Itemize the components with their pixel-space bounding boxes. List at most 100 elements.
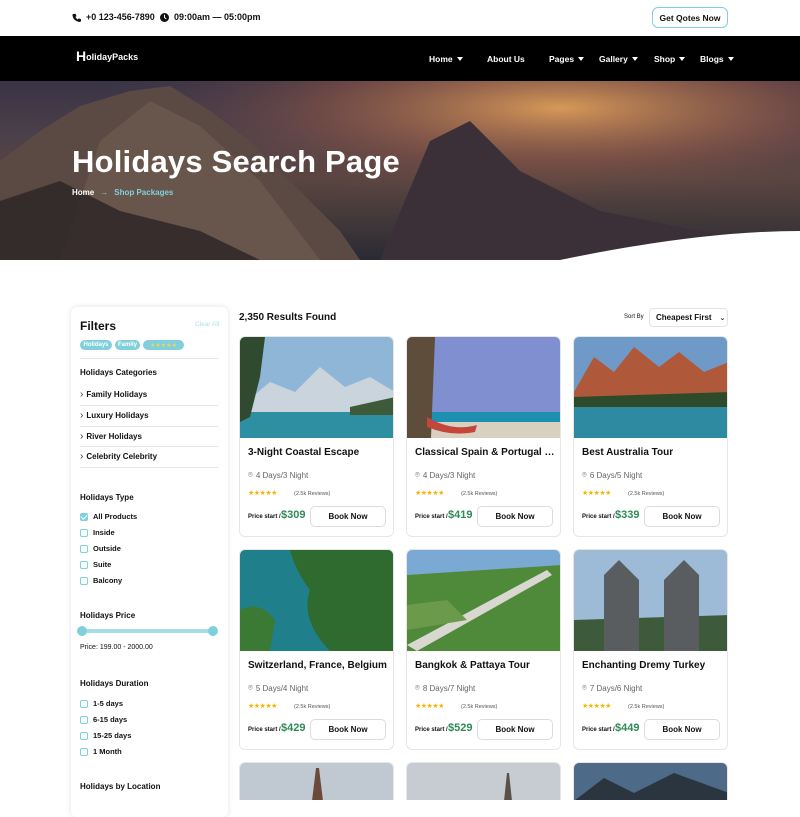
filter-tag-family[interactable]: Family (115, 340, 140, 350)
breadcrumb-home[interactable]: Home (72, 188, 94, 197)
checkbox[interactable] (80, 576, 88, 585)
category-river[interactable]: › River Holidays (80, 431, 142, 441)
book-now-button[interactable]: Book Now (644, 506, 720, 527)
nav-item-blogs[interactable]: Blogs (700, 54, 734, 64)
type-all-products[interactable]: All Products (80, 512, 137, 521)
price-slider-min-handle[interactable] (77, 626, 87, 636)
rating-stars: ★★★★★ (415, 703, 444, 710)
nav-item-home[interactable]: Home (429, 54, 463, 64)
checkbox-label: 1 Month (93, 747, 122, 756)
package-card[interactable]: Enchanting Dremy Turkey ⌾ 7 Days/6 Night … (573, 549, 728, 750)
package-card[interactable]: Bangkok & Pattaya Tour ⌾ 8 Days/7 Night ★… (406, 549, 561, 750)
price-range-text: Price: 199.00 - 2000.00 (80, 644, 153, 651)
nav-item-pages[interactable]: Pages (549, 54, 585, 64)
chevron-down-icon: ⌄ (719, 314, 726, 322)
category-label: Celebrity Celebrity (86, 452, 158, 461)
duration-1-month[interactable]: 1 Month (80, 747, 122, 756)
book-now-button[interactable]: Book Now (644, 719, 720, 740)
sort-select[interactable]: Cheapest First ⌄ (649, 308, 728, 327)
duration-15-25[interactable]: 15-25 days (80, 731, 131, 740)
arrow-right-icon: → (100, 188, 109, 197)
opening-hours: 09:00am — 05:00pm (174, 12, 261, 22)
category-family[interactable]: › Family Holidays (80, 389, 147, 399)
location-pin-icon: ⌾ (415, 683, 420, 692)
price-label: Price start / (415, 727, 448, 733)
review-count: (2.5k Reviews) (461, 491, 498, 497)
package-image-beach (407, 337, 560, 438)
checkbox[interactable] (80, 544, 88, 553)
package-card-partial[interactable] (239, 762, 394, 800)
package-price: $429 (281, 722, 306, 734)
clear-all-link[interactable]: Clear All (195, 321, 219, 328)
sort-label: Sort By (624, 314, 644, 320)
type-outside[interactable]: Outside (80, 544, 121, 553)
price-heading: Holidays Price (80, 611, 136, 620)
category-luxury[interactable]: › Luxury Holidays (80, 410, 149, 420)
package-title[interactable]: Bangkok & Pattaya Tour (415, 660, 555, 671)
filter-tag-holidays[interactable]: Holidays (80, 340, 112, 350)
package-card[interactable]: Switzerland, France, Belgium ⌾ 5 Days/4 N… (239, 549, 394, 750)
package-image-bridge (407, 550, 560, 651)
duration-6-15[interactable]: 6-15 days (80, 715, 127, 724)
location-heading: Holidays by Location (80, 782, 161, 791)
logo[interactable]: H olidayPacks (76, 48, 138, 64)
duration-1-5[interactable]: 1-5 days (80, 699, 123, 708)
duration-text: 5 Days/4 Night (255, 683, 309, 693)
nav-label: Gallery (599, 54, 628, 64)
package-title[interactable]: Classical Spain & Portugal Tour (415, 447, 555, 458)
checkbox[interactable] (80, 699, 88, 708)
nav-label: Home (429, 54, 453, 64)
price-slider-max-handle[interactable] (208, 626, 218, 636)
package-card-partial[interactable] (406, 762, 561, 800)
package-title[interactable]: Switzerland, France, Belgium (248, 660, 388, 671)
package-title[interactable]: Enchanting Dremy Turkey (582, 660, 722, 671)
package-card[interactable]: 3-Night Coastal Escape ⌾ 4 Days/3 Night ★… (239, 336, 394, 537)
category-celebrity[interactable]: › Celebrity Celebrity (80, 451, 158, 461)
checkbox[interactable] (80, 731, 88, 740)
phone-number: +0 123-456-7890 (86, 12, 155, 22)
type-balcony[interactable]: Balcony (80, 576, 122, 585)
hours-info: 09:00am — 05:00pm (160, 12, 261, 22)
checkbox-label: Suite (93, 560, 112, 569)
phone-info[interactable]: +0 123-456-7890 (72, 12, 155, 22)
chevron-down-icon (456, 57, 463, 61)
book-now-button[interactable]: Book Now (477, 506, 553, 527)
get-quotes-button[interactable]: Get Qotes Now (652, 7, 728, 28)
book-now-button[interactable]: Book Now (310, 506, 386, 527)
package-price: $529 (448, 722, 473, 734)
package-card[interactable]: Classical Spain & Portugal Tour ⌾ 4 Days/… (406, 336, 561, 537)
duration-text: 6 Days/5 Night (589, 470, 643, 480)
logo-initial: H (76, 48, 87, 64)
chevron-down-icon (679, 57, 686, 61)
checkbox[interactable] (80, 528, 88, 537)
rating-stars: ★★★★★ (582, 703, 611, 710)
nav-item-about[interactable]: About Us (487, 54, 525, 64)
filter-tag-rating[interactable]: ★★★★★ (143, 340, 184, 350)
book-now-button[interactable]: Book Now (310, 719, 386, 740)
package-image-mountain-lake (574, 337, 727, 438)
package-card[interactable]: Best Australia Tour ⌾ 6 Days/5 Night ★★★★… (573, 336, 728, 537)
nav-label: About Us (487, 54, 525, 64)
checkbox[interactable] (80, 747, 88, 756)
checkbox[interactable] (80, 560, 88, 569)
type-suite[interactable]: Suite (80, 560, 111, 569)
location-pin-icon: ⌾ (582, 683, 587, 692)
package-title[interactable]: Best Australia Tour (582, 447, 722, 458)
top-bar: +0 123-456-7890 09:00am — 05:00pm Get Qo… (0, 0, 800, 36)
package-price: $449 (615, 722, 640, 734)
checkbox-checked[interactable] (80, 512, 88, 521)
divider (80, 467, 218, 468)
clock-icon (160, 12, 169, 22)
package-card-partial[interactable] (573, 762, 728, 800)
type-inside[interactable]: Inside (80, 528, 115, 537)
sort-value: Cheapest First (656, 313, 712, 322)
filters-title: Filters (80, 319, 117, 333)
nav-item-shop[interactable]: Shop (654, 54, 686, 64)
package-title[interactable]: 3-Night Coastal Escape (248, 447, 388, 458)
type-heading: Holidays Type (80, 493, 134, 502)
divider (80, 426, 218, 427)
price-slider-track[interactable] (82, 629, 213, 633)
checkbox[interactable] (80, 715, 88, 724)
nav-item-gallery[interactable]: Gallery (599, 54, 638, 64)
book-now-button[interactable]: Book Now (477, 719, 553, 740)
